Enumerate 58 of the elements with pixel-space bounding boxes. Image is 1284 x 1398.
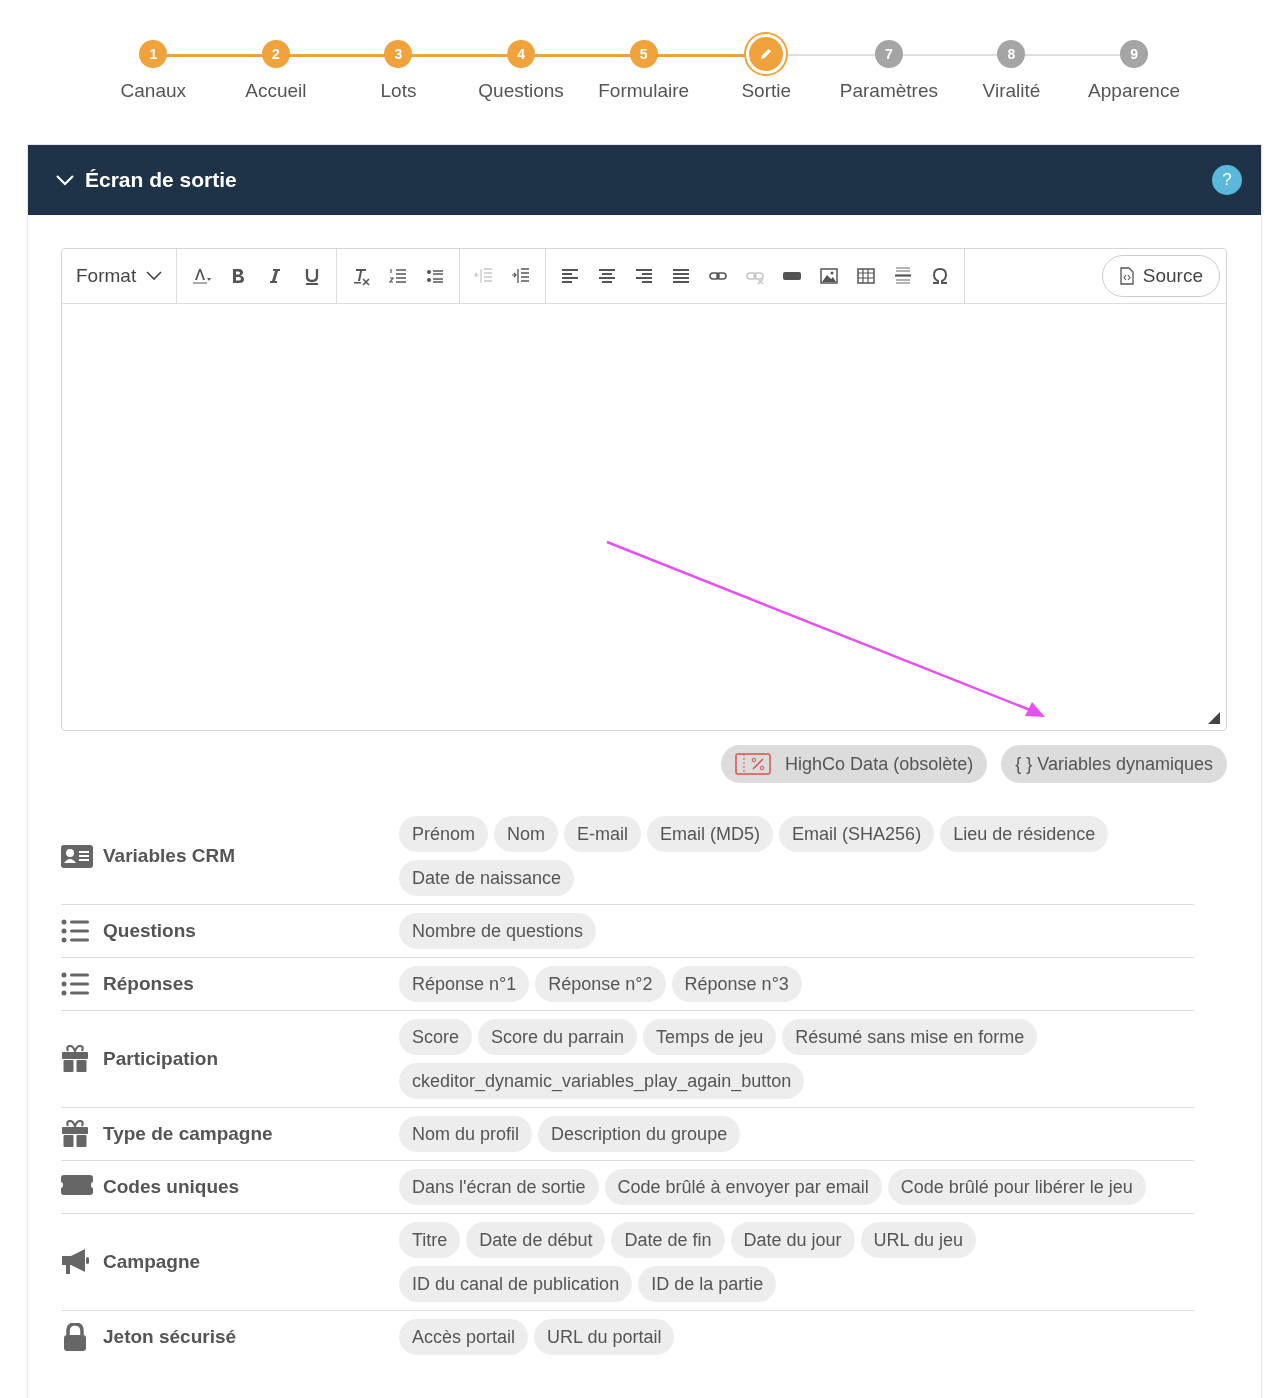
format-dropdown[interactable]: Format: [62, 249, 178, 303]
variable-chip[interactable]: ckeditor_dynamic_variables_play_again_button: [399, 1063, 805, 1099]
variable-chip[interactable]: E-mail: [564, 816, 642, 852]
step-label[interactable]: Questions: [478, 80, 564, 102]
variable-chip[interactable]: ID de la partie: [638, 1266, 777, 1302]
category-title: Réponses: [103, 973, 194, 995]
variable-chip[interactable]: Temps de jeu: [643, 1019, 777, 1055]
category-title: Campagne: [103, 1251, 201, 1273]
variable-chip[interactable]: Date de début: [466, 1222, 606, 1258]
variable-chip[interactable]: Date de fin: [611, 1222, 725, 1258]
step-label[interactable]: Sortie: [741, 80, 792, 102]
variable-chip[interactable]: URL du jeu: [860, 1222, 976, 1258]
category-title: Jeton sécurisé: [103, 1326, 237, 1348]
variable-chip[interactable]: Nom du profil: [399, 1116, 533, 1152]
step-label[interactable]: Accueil: [245, 80, 307, 102]
panel-header[interactable]: Écran de sortie ?: [28, 145, 1261, 215]
category-title: Variables CRM: [103, 845, 235, 867]
step-label[interactable]: Formulaire: [598, 80, 690, 102]
variable-chip[interactable]: URL du portail: [534, 1319, 675, 1355]
resize-handle-icon[interactable]: [1208, 712, 1220, 724]
variable-chip[interactable]: Score: [399, 1019, 473, 1055]
variable-chip[interactable]: Réponse n°2: [535, 966, 666, 1002]
variable-chip[interactable]: Email (SHA256): [779, 816, 935, 852]
variable-chip[interactable]: ID du canal de publication: [399, 1266, 633, 1302]
variable-chip[interactable]: Code brûlé à envoyer par email: [604, 1169, 882, 1205]
step-label[interactable]: Paramètres: [839, 80, 938, 102]
variable-chip[interactable]: Prénom: [399, 816, 489, 852]
step-label[interactable]: Canaux: [120, 80, 187, 102]
variable-chip[interactable]: Date du jour: [730, 1222, 855, 1258]
id-card-icon: [61, 842, 93, 870]
panel-title: Écran de sortie: [85, 168, 238, 192]
step-label[interactable]: Lots: [380, 80, 417, 102]
step-label[interactable]: Apparence: [1088, 80, 1180, 102]
variable-chip[interactable]: Dans l'écran de sortie: [399, 1169, 599, 1205]
variable-chip[interactable]: Description du groupe: [538, 1116, 741, 1152]
variable-chip[interactable]: Date de naissance: [399, 860, 575, 896]
category-title: Participation: [103, 1048, 219, 1070]
variable-chip[interactable]: Lieu de résidence: [940, 816, 1109, 852]
category-title: Questions: [103, 920, 196, 942]
source-button[interactable]: Source: [1101, 255, 1220, 297]
dynamic-variables-button[interactable]: { } Variables dynamiques: [1001, 745, 1227, 783]
highco-data-button[interactable]: HighCo Data (obsolète): [721, 745, 988, 783]
variable-chip[interactable]: Nombre de questions: [399, 913, 597, 949]
variable-chip[interactable]: Accès portail: [399, 1319, 529, 1355]
category-title: Codes uniques: [103, 1176, 240, 1198]
category-title: Type de campagne: [103, 1123, 273, 1145]
variable-chip[interactable]: Nom: [494, 816, 559, 852]
variable-chip[interactable]: Titre: [399, 1222, 461, 1258]
variable-chip[interactable]: Résumé sans mise en forme: [782, 1019, 1038, 1055]
variable-chip[interactable]: Email (MD5): [647, 816, 774, 852]
coupon-icon: [735, 753, 772, 775]
variable-chip[interactable]: Réponse n°1: [399, 966, 530, 1002]
document-code-icon: [1118, 267, 1135, 285]
variable-chip[interactable]: Score du parrain: [478, 1019, 638, 1055]
variable-chip[interactable]: Réponse n°3: [671, 966, 802, 1002]
variable-chip[interactable]: Code brûlé pour libérer le jeu: [887, 1169, 1146, 1205]
step-label[interactable]: Viralité: [982, 80, 1041, 102]
caret-icon: [146, 271, 163, 281]
